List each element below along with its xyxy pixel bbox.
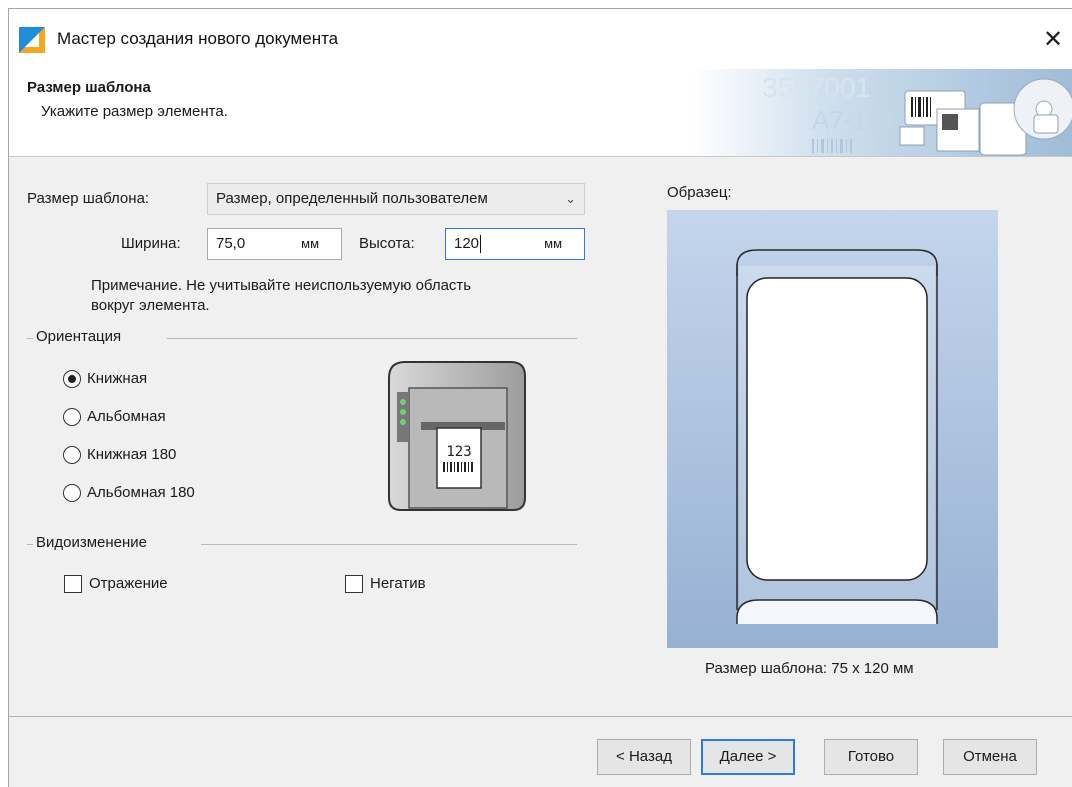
finish-button[interactable]: Готово — [824, 739, 918, 775]
svg-text:3597001: 3597001 — [762, 72, 871, 103]
text-caret — [480, 235, 482, 254]
footer-divider — [9, 716, 1072, 717]
transform-section-title: Видоизменение — [36, 534, 148, 551]
label-preview — [667, 210, 998, 648]
negative-checkbox[interactable]: Негатив — [345, 572, 426, 596]
page-subtitle: Укажите размер элемента. — [41, 103, 228, 120]
label-printer-icon: 123 — [388, 361, 526, 511]
wizard-body: Размер шаблона: Размер, определенный пол… — [9, 158, 1072, 716]
radio-label: Книжная — [87, 370, 148, 387]
orientation-divider-left — [27, 338, 33, 339]
close-button[interactable]: ✕ — [1038, 25, 1068, 55]
height-unit: мм — [544, 236, 562, 251]
preview-caption: Размер шаблона: 75 x 120 мм — [705, 660, 914, 677]
height-field[interactable]: 120 мм — [445, 228, 585, 260]
template-size-label: Размер шаблона: — [27, 190, 150, 207]
width-unit: мм — [301, 236, 319, 251]
mirror-checkbox[interactable]: Отражение — [64, 572, 168, 596]
note-line-1: Примечание. Не учитывайте неиспользуемую… — [91, 277, 472, 294]
radio-label: Книжная 180 — [87, 446, 177, 463]
width-field[interactable]: 75,0 мм — [207, 228, 342, 260]
cancel-button[interactable]: Отмена — [943, 739, 1037, 775]
orientation-portrait-radio[interactable]: Книжная — [63, 367, 147, 391]
checkbox-box — [64, 575, 82, 593]
height-label: Высота: — [359, 235, 415, 252]
transform-divider-left — [27, 544, 33, 545]
orientation-landscape-180-radio[interactable]: Альбомная 180 — [63, 481, 195, 505]
label-roll-preview — [736, 249, 938, 624]
wizard-header: Размер шаблона Укажите размер элемента. … — [9, 69, 1072, 157]
chevron-down-icon: ⌄ — [565, 191, 576, 206]
svg-text:A7-118: A7-118 — [812, 105, 894, 135]
template-size-value: Размер, определенный пользователем — [216, 190, 488, 207]
orientation-divider — [167, 338, 577, 339]
header-banner-image: 3597001 A7-118 — [692, 69, 1072, 156]
window-title: Мастер создания нового документа — [57, 29, 339, 48]
radio-label: Альбомная — [87, 408, 166, 425]
checkbox-label: Отражение — [89, 575, 168, 592]
printer-label-text: 123 — [446, 444, 471, 460]
checkbox-label: Негатив — [370, 575, 426, 592]
next-button[interactable]: Далее > — [701, 739, 795, 775]
radio-label: Альбомная 180 — [87, 484, 195, 501]
radio-dot — [63, 484, 81, 502]
radio-dot — [63, 446, 81, 464]
template-size-dropdown[interactable]: Размер, определенный пользователем ⌄ — [207, 183, 585, 215]
orientation-landscape-radio[interactable]: Альбомная — [63, 405, 166, 429]
back-button[interactable]: < Назад — [597, 739, 691, 775]
checkbox-box — [345, 575, 363, 593]
width-label: Ширина: — [121, 235, 181, 252]
wizard-window: Мастер создания нового документа ✕ Разме… — [8, 8, 1072, 787]
orientation-portrait-180-radio[interactable]: Книжная 180 — [63, 443, 176, 467]
preview-label: Образец: — [667, 184, 732, 201]
orientation-section-title: Ориентация — [36, 328, 122, 345]
transform-divider — [201, 544, 577, 545]
note-line-2: вокруг элемента. — [91, 297, 210, 314]
title-bar: Мастер создания нового документа ✕ — [9, 9, 1072, 69]
radio-dot — [63, 408, 81, 426]
height-value: 120 — [454, 235, 480, 252]
page-title: Размер шаблона — [27, 79, 151, 96]
close-icon: ✕ — [1042, 26, 1064, 53]
radio-dot — [63, 370, 81, 388]
width-value: 75,0 — [216, 235, 246, 252]
wizard-app-icon — [19, 27, 45, 53]
